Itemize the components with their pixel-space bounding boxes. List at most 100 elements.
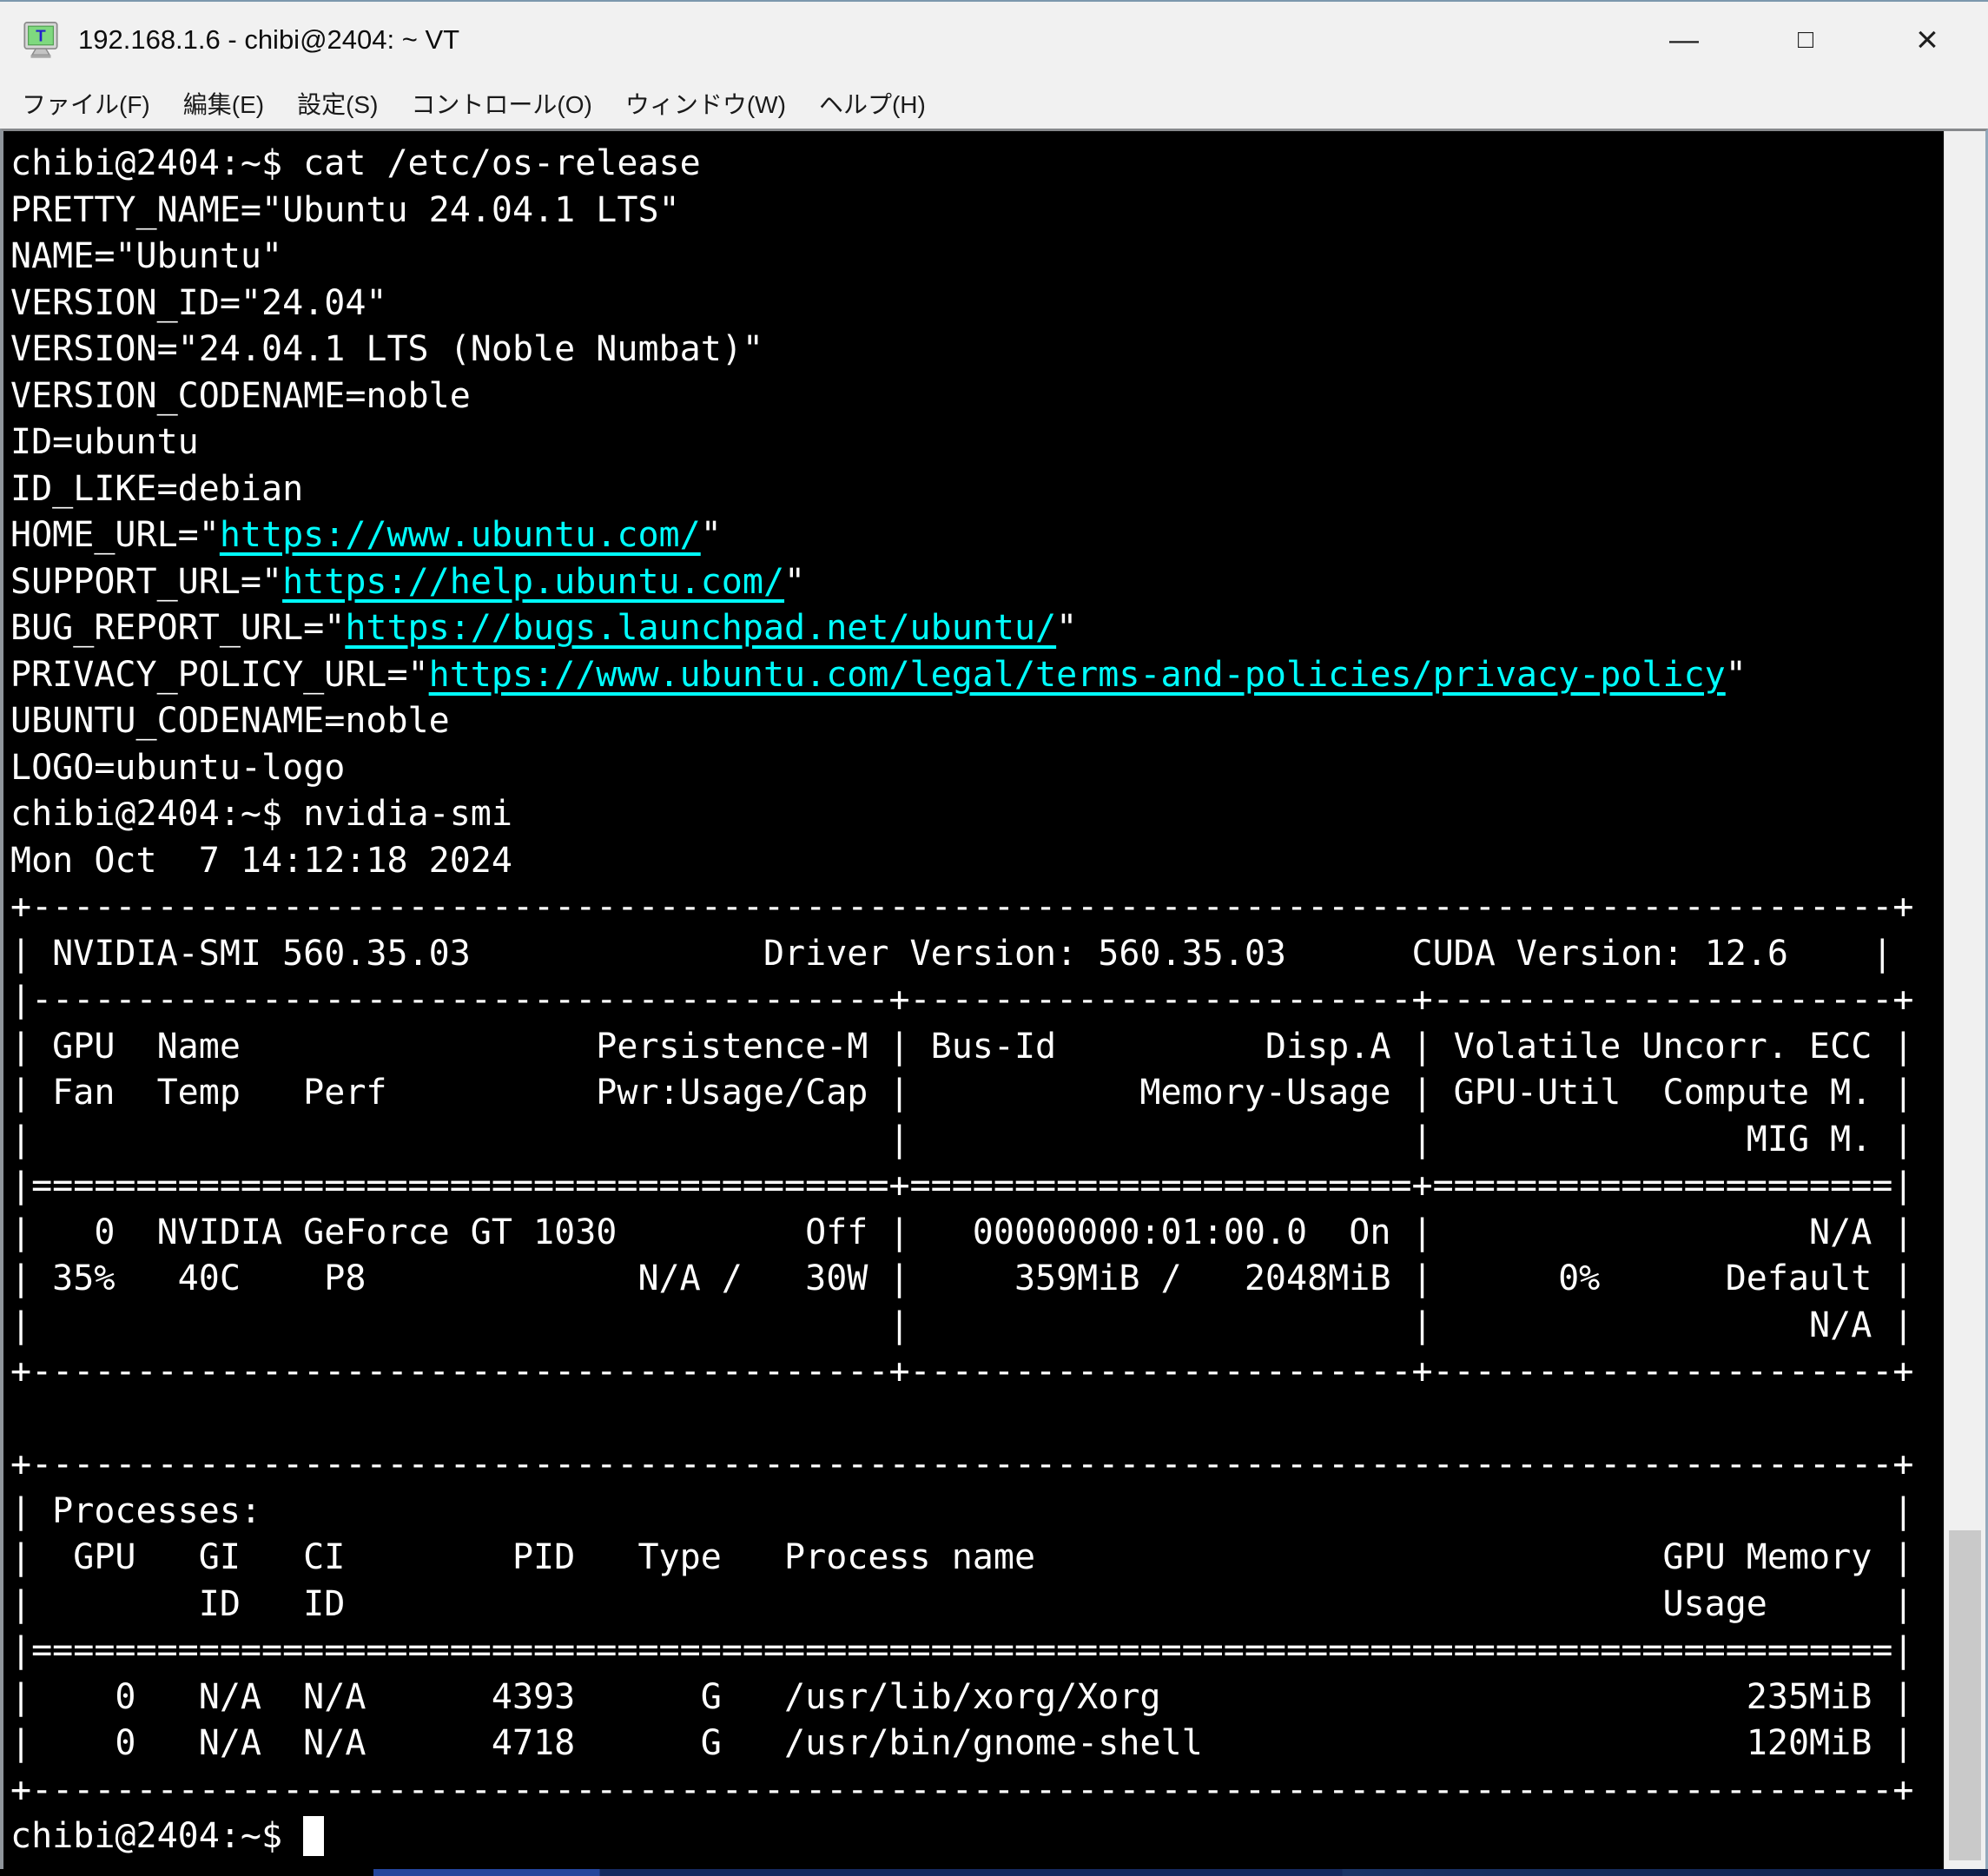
terminal-line: SUPPORT_URL="https://help.ubuntu.com/": [10, 559, 1944, 606]
terminal-line: | NVIDIA-SMI 560.35.03 Driver Version: 5…: [10, 931, 1944, 978]
terminal-cursor: [303, 1816, 325, 1856]
title-bar[interactable]: T 192.168.1.6 - chibi@2404: ~ VT — □ ×: [0, 2, 1988, 78]
terminal-line: chibi@2404:~$ cat /etc/os-release: [10, 141, 1944, 188]
window-controls: — □ ×: [1623, 2, 1988, 78]
terminal-output: chibi@2404:~$ cat /etc/os-release PRETTY_…: [10, 141, 1944, 1860]
terminal-line: | 0 N/A N/A 4718 G /usr/bin/gnome-shell …: [10, 1721, 1944, 1767]
terminal-line: | GPU Name Persistence-M | Bus-Id Disp.A…: [10, 1024, 1944, 1071]
terminal-line: |---------------------------------------…: [10, 977, 1944, 1024]
terminal-text: UBUNTU_CODENAME=noble: [10, 701, 450, 741]
terminal-text: | 0 NVIDIA GeForce GT 1030 Off | 0000000…: [10, 1212, 1914, 1252]
terminal-link[interactable]: https://www.ubuntu.com/legal/terms-and-p…: [429, 655, 1726, 695]
terminal-line: | | | MIG M. |: [10, 1117, 1944, 1164]
terminal-text: HOME_URL=": [10, 515, 220, 555]
terminal-line: NAME="Ubuntu": [10, 234, 1944, 281]
terminal-text: | 0 N/A N/A 4718 G /usr/bin/gnome-shell …: [10, 1723, 1914, 1763]
terminal-text: VERSION="24.04.1 LTS (Noble Numbat)": [10, 329, 763, 369]
terminal-text: |=======================================…: [10, 1630, 1914, 1670]
scrollbar[interactable]: [1944, 131, 1985, 1869]
terminal-line: LOGO=ubuntu-logo: [10, 745, 1944, 792]
terminal-line: | 35% 40C P8 N/A / 30W | 359MiB / 2048Mi…: [10, 1256, 1944, 1303]
terminal-line: | | | N/A |: [10, 1303, 1944, 1350]
terminal-text: chibi@2404:~$: [10, 1816, 304, 1856]
terminal-text: ID_LIKE=debian: [10, 468, 304, 509]
menu-setup[interactable]: 設定(S): [281, 86, 394, 121]
terminal-line: PRIVACY_POLICY_URL="https://www.ubuntu.c…: [10, 652, 1944, 699]
terminal-line: +---------------------------------------…: [10, 1349, 1944, 1396]
close-button[interactable]: ×: [1866, 2, 1988, 78]
terminal-text: |---------------------------------------…: [10, 980, 1914, 1020]
terminal-text: ": [700, 515, 722, 555]
terminal-text: | ID ID Usage |: [10, 1583, 1914, 1624]
terminal-text: ": [784, 561, 806, 602]
terminal-line: Mon Oct 7 14:12:18 2024: [10, 838, 1944, 885]
menu-help[interactable]: ヘルプ(H): [802, 86, 942, 121]
terminal-text: ID=ubuntu: [10, 422, 199, 462]
terminal-text: | | | N/A |: [10, 1305, 1914, 1345]
window-title: 192.168.1.6 - chibi@2404: ~ VT: [78, 24, 460, 55]
maximize-button[interactable]: □: [1745, 2, 1866, 78]
terminal-line: | ID ID Usage |: [10, 1582, 1944, 1628]
terminal-text: PRIVACY_POLICY_URL=": [10, 654, 429, 695]
terminal-text: | | | MIG M. |: [10, 1119, 1914, 1159]
terminal-text: ": [1725, 654, 1747, 695]
terminal-line: +---------------------------------------…: [10, 1767, 1944, 1814]
terminal-text: PRETTY_NAME="Ubuntu 24.04.1 LTS": [10, 189, 680, 230]
terminal-line: chibi@2404:~$: [10, 1813, 1944, 1860]
terminal-line: | Fan Temp Perf Pwr:Usage/Cap | Memory-U…: [10, 1070, 1944, 1117]
teraterm-app-icon: T: [23, 22, 58, 58]
terminal-text: | NVIDIA-SMI 560.35.03 Driver Version: 5…: [10, 933, 1893, 974]
terminal-link[interactable]: https://help.ubuntu.com/: [282, 562, 784, 602]
terminal-line: | GPU GI CI PID Type Process name GPU Me…: [10, 1535, 1944, 1582]
terminal-line: BUG_REPORT_URL="https://bugs.launchpad.n…: [10, 605, 1944, 652]
terminal-text: +---------------------------------------…: [10, 1444, 1914, 1484]
terminal-text: chibi@2404:~$ cat /etc/os-release: [10, 143, 701, 183]
menu-control[interactable]: コントロール(O): [394, 86, 608, 121]
maximize-icon: □: [1797, 25, 1814, 54]
terminal-text: | 0 N/A N/A 4393 G /usr/lib/xorg/Xorg 23…: [10, 1676, 1914, 1717]
menu-bar: ファイル(F) 編集(E) 設定(S) コントロール(O) ウィンドウ(W) ヘ…: [0, 78, 1988, 129]
terminal-line: PRETTY_NAME="Ubuntu 24.04.1 LTS": [10, 188, 1944, 234]
menu-file[interactable]: ファイル(F): [5, 86, 167, 121]
minimize-icon: —: [1669, 23, 1699, 56]
terminal-link[interactable]: https://bugs.launchpad.net/ubuntu/: [345, 608, 1056, 648]
terminal-text: | GPU Name Persistence-M | Bus-Id Disp.A…: [10, 1026, 1914, 1067]
menu-window[interactable]: ウィンドウ(W): [609, 86, 802, 121]
terminal-text: VERSION_ID="24.04": [10, 282, 387, 323]
terminal-text: Mon Oct 7 14:12:18 2024: [10, 840, 512, 881]
terminal-text: | GPU GI CI PID Type Process name GPU Me…: [10, 1537, 1914, 1577]
terminal-line: ID=ubuntu: [10, 419, 1944, 466]
terminal-line: | Processes: |: [10, 1489, 1944, 1536]
terminal-text: chibi@2404:~$ nvidia-smi: [10, 794, 512, 834]
background-window-edge: [0, 1869, 1988, 1876]
terminal-link[interactable]: https://www.ubuntu.com/: [220, 515, 701, 555]
terminal[interactable]: chibi@2404:~$ cat /etc/os-release PRETTY_…: [3, 131, 1944, 1869]
terminal-text: | 35% 40C P8 N/A / 30W | 359MiB / 2048Mi…: [10, 1258, 1914, 1298]
teraterm-window: T 192.168.1.6 - chibi@2404: ~ VT — □ × フ…: [0, 0, 1988, 1876]
terminal-line: | 0 NVIDIA GeForce GT 1030 Off | 0000000…: [10, 1210, 1944, 1257]
background-window-strip: [373, 1869, 1988, 1876]
terminal-line: ID_LIKE=debian: [10, 466, 1944, 513]
terminal-line: VERSION_ID="24.04": [10, 281, 1944, 327]
svg-text:T: T: [36, 26, 46, 44]
minimize-button[interactable]: —: [1623, 2, 1745, 78]
menu-edit[interactable]: 編集(E): [167, 86, 281, 121]
terminal-text: BUG_REPORT_URL=": [10, 608, 346, 648]
terminal-text: LOGO=ubuntu-logo: [10, 747, 346, 788]
close-icon: ×: [1916, 18, 1938, 61]
terminal-line: VERSION_CODENAME=noble: [10, 373, 1944, 420]
terminal-line: |=======================================…: [10, 1163, 1944, 1210]
terminal-line: |=======================================…: [10, 1628, 1944, 1675]
terminal-text: +---------------------------------------…: [10, 887, 1914, 927]
terminal-text: | Fan Temp Perf Pwr:Usage/Cap | Memory-U…: [10, 1073, 1914, 1113]
terminal-line: UBUNTU_CODENAME=noble: [10, 698, 1944, 745]
terminal-text: +---------------------------------------…: [10, 1351, 1914, 1391]
terminal-line: VERSION="24.04.1 LTS (Noble Numbat)": [10, 327, 1944, 373]
terminal-text: |=======================================…: [10, 1166, 1914, 1206]
terminal-text: SUPPORT_URL=": [10, 561, 283, 602]
terminal-text: | Processes: |: [10, 1490, 1914, 1531]
terminal-line: | 0 N/A N/A 4393 G /usr/lib/xorg/Xorg 23…: [10, 1675, 1944, 1721]
terminal-text: +---------------------------------------…: [10, 1769, 1914, 1810]
scrollbar-thumb[interactable]: [1949, 1530, 1981, 1860]
